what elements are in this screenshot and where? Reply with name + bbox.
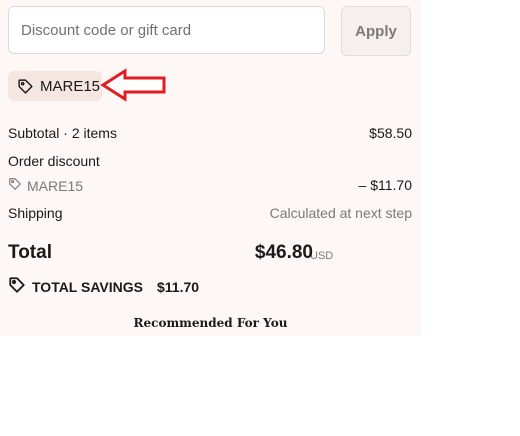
shipping-label: Shipping [8, 205, 63, 221]
applied-discount-chip[interactable]: MARE15 [8, 71, 102, 101]
discount-value: – $11.70 [358, 177, 412, 193]
total-label: Total [8, 242, 52, 263]
total-savings: TOTAL SAVINGS $11.70 [8, 276, 199, 297]
order-discount-label: Order discount [8, 153, 100, 169]
recommended-heading: Recommended For You [133, 316, 288, 330]
apply-button[interactable]: Apply [341, 6, 411, 56]
tag-icon [17, 78, 34, 95]
total-amount: $46.80 [254, 242, 313, 263]
discount-code-label: MARE15 [27, 177, 84, 194]
savings-amount: $11.70 [156, 278, 200, 295]
discount-code: MARE15 [8, 177, 83, 194]
subtotal-value: $58.50 [369, 125, 412, 141]
savings-label: TOTAL SAVINGS [32, 278, 143, 295]
tag-icon [8, 276, 26, 297]
shipping-value: Calculated at next step [269, 205, 412, 221]
red-arrow-icon [100, 68, 166, 102]
tag-icon [8, 177, 22, 194]
subtotal-label: Subtotal · 2 items [8, 125, 117, 141]
order-summary-panel: Apply MARE15 Subtotal · 2 items $58.50 O… [0, 0, 421, 336]
total-currency: USD [310, 250, 334, 262]
applied-code-label: MARE15 [40, 77, 101, 95]
discount-code-input[interactable] [8, 6, 325, 54]
